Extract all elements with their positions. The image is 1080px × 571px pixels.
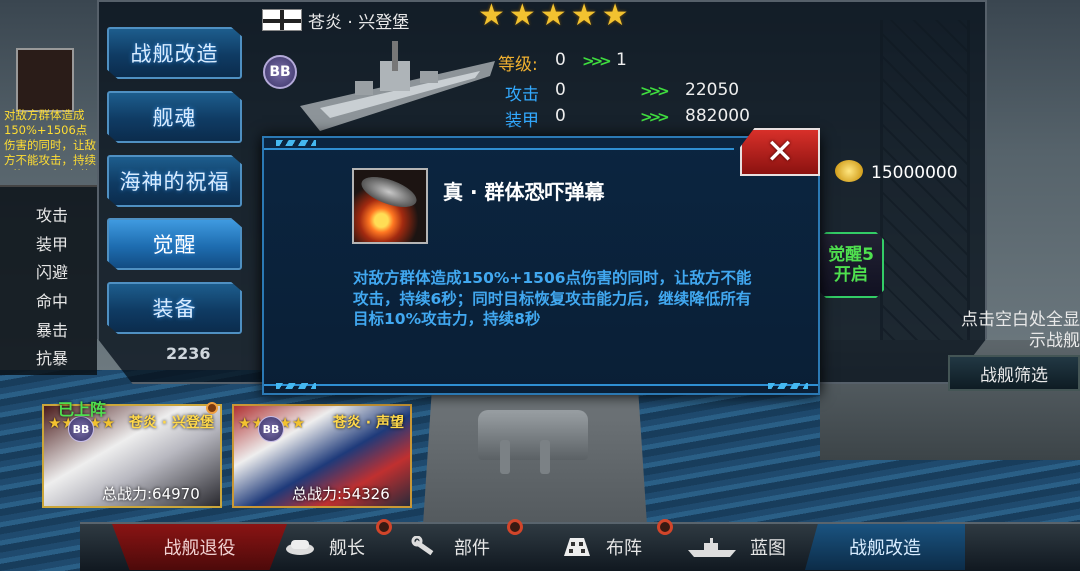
awaken-5-status: 开启 bbox=[834, 265, 868, 285]
tab-sea-god-blessing[interactable]: 海神的祝福 bbox=[107, 155, 242, 207]
tap-blank-hint: 点击空白处全显示战舰 bbox=[961, 310, 1080, 351]
retire-ship-button[interactable]: 战舰退役 bbox=[112, 524, 287, 570]
dialog-bottom-line bbox=[264, 384, 818, 386]
turret-barrel bbox=[500, 440, 510, 474]
attack-to: 22050 bbox=[685, 80, 740, 100]
nav-parts-label: 部件 bbox=[454, 538, 490, 559]
stat-attack: 攻击 bbox=[36, 206, 69, 225]
armor-label: 装甲 bbox=[505, 111, 539, 131]
ship-filter-button[interactable]: 战舰筛选 bbox=[948, 355, 1080, 391]
turret-barrel bbox=[540, 440, 550, 474]
upgrade-arrow-icon: >>> bbox=[640, 82, 670, 100]
attack-from: 0 bbox=[555, 80, 566, 100]
tab-equipment[interactable]: 装备 bbox=[107, 282, 242, 334]
skill-description: 对敌方群体造成150%+1506点伤害的同时，让敌方不能攻击，持续6秒；同时目标… bbox=[353, 269, 752, 328]
ship-card-renown[interactable]: ★★★★★ BB 苍炎 · 声望 总战力:54326 bbox=[232, 404, 412, 508]
card-indicator-dot bbox=[206, 402, 218, 414]
card-ship-name: 苍炎 · 声望 bbox=[332, 415, 404, 431]
nation-flag-icon bbox=[262, 9, 302, 31]
awaken-5-node[interactable]: 觉醒5 开启 bbox=[818, 232, 884, 298]
stat-hit: 命中 bbox=[36, 292, 69, 311]
captain-hat-icon bbox=[286, 540, 314, 555]
level-to: 1 bbox=[616, 50, 627, 70]
nav-captain-label: 舰长 bbox=[329, 538, 365, 559]
stat-crit: 暴击 bbox=[36, 321, 69, 340]
skill-icon bbox=[352, 168, 428, 244]
dialog-stripe bbox=[276, 383, 316, 389]
armor-to: 882000 bbox=[685, 106, 750, 126]
stat-dodge: 闪避 bbox=[36, 263, 69, 282]
notification-dot bbox=[507, 519, 523, 535]
skill-dialog bbox=[262, 136, 820, 395]
wrench-icon bbox=[411, 536, 434, 556]
notification-dot bbox=[657, 519, 673, 535]
skill-thumbnail bbox=[16, 48, 74, 112]
tab-ship-soul[interactable]: 舰魂 bbox=[107, 91, 242, 143]
ship-name: 苍炎 · 兴登堡 bbox=[308, 13, 410, 33]
gold-coin-icon bbox=[835, 160, 863, 182]
card-ship-name: 苍炎 · 兴登堡 bbox=[128, 415, 214, 431]
tab-awaken[interactable]: 觉醒 bbox=[107, 218, 242, 270]
close-icon: ✕ bbox=[765, 132, 795, 172]
ship-type-badge: BB bbox=[258, 416, 284, 442]
card-total-power: 总战力:54326 bbox=[292, 485, 390, 503]
upgrade-arrow-icon: >>> bbox=[582, 52, 612, 70]
ship-type-badge: BB bbox=[263, 55, 297, 89]
awaken-5-label: 觉醒5 bbox=[828, 245, 874, 265]
level-label: 等级: bbox=[498, 55, 538, 75]
formation-grid-icon bbox=[564, 538, 590, 556]
deployed-tag: 已上阵 bbox=[58, 400, 107, 419]
card-stars: ★★★★★ bbox=[238, 414, 305, 432]
armor-from: 0 bbox=[555, 106, 566, 126]
nav-blueprint[interactable]: 蓝图 bbox=[688, 524, 808, 570]
left-skill-desc: 对敌方群体造成150%+1506点伤害的同时，让敌方不能攻击，持续6秒；同时目标… bbox=[4, 108, 96, 170]
level-from: 0 bbox=[555, 50, 566, 70]
gold-amount: 15000000 bbox=[871, 163, 958, 183]
tab-ship-modify[interactable]: 战舰改造 bbox=[107, 27, 242, 79]
warship-icon bbox=[688, 538, 736, 557]
dialog-top-line bbox=[264, 148, 734, 150]
combat-power-value: 2236 bbox=[166, 344, 211, 363]
skill-title: 真 · 群体恐吓弹幕 bbox=[443, 180, 605, 204]
stat-armor: 装甲 bbox=[36, 235, 69, 254]
upgrade-arrow-icon: >>> bbox=[640, 108, 670, 126]
attack-label: 攻击 bbox=[505, 85, 539, 105]
nav-formation-label: 布阵 bbox=[606, 538, 642, 559]
card-total-power: 总战力:64970 bbox=[102, 485, 200, 503]
dialog-stripe bbox=[768, 383, 808, 389]
notification-dot bbox=[376, 519, 392, 535]
background-turret bbox=[478, 410, 588, 460]
dialog-stripe bbox=[276, 140, 316, 146]
stat-crit-resist: 抗暴 bbox=[36, 349, 69, 368]
battleship-image bbox=[300, 41, 495, 131]
nav-blueprint-label: 蓝图 bbox=[750, 538, 786, 559]
close-button[interactable]: ✕ bbox=[740, 128, 820, 176]
star-rating: ★★★★★ bbox=[478, 0, 633, 33]
ship-modify-button[interactable]: 战舰改造 bbox=[805, 524, 965, 570]
